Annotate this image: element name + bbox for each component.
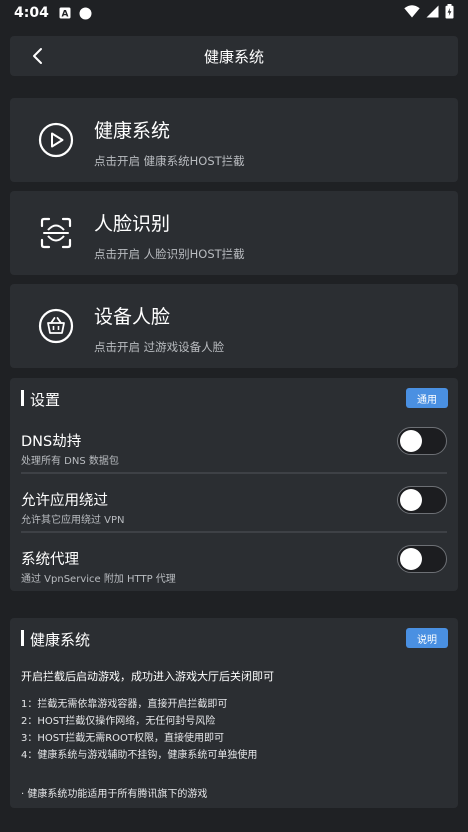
allow-bypass-toggle[interactable] xyxy=(397,486,447,514)
info-intro: 开启拦截后启动游戏，成功进入游戏大厅后关闭即可 xyxy=(21,670,274,683)
back-button[interactable] xyxy=(26,44,50,68)
status-bar: 4:04 A xyxy=(0,0,468,26)
toggle-knob xyxy=(400,430,422,452)
feature-title: 健康系统 xyxy=(94,120,171,142)
wifi-icon xyxy=(404,4,420,22)
general-badge-button[interactable]: 通用 xyxy=(406,388,448,408)
info-point: 2：HOST拦截仅操作网络，无任何封号风险 xyxy=(21,716,216,727)
svg-text:A: A xyxy=(61,10,68,20)
section-title: 设置 xyxy=(30,391,61,409)
setting-title: DNS劫持 xyxy=(21,434,82,450)
feature-title: 设备人脸 xyxy=(94,306,171,328)
feature-card-health-system[interactable]: 健康系统 点击开启 健康系统HOST拦截 xyxy=(10,98,458,182)
setting-allow-bypass: 允许应用绕过 允许其它应用绕过 VPN xyxy=(10,485,458,537)
settings-header: 设置 通用 xyxy=(10,388,458,410)
play-circle-icon xyxy=(34,118,78,162)
toggle-knob xyxy=(400,548,422,570)
setting-title: 系统代理 xyxy=(21,552,79,568)
feature-subtitle: 点击开启 人脸识别HOST拦截 xyxy=(94,247,245,261)
info-point: 4：健康系统与游戏辅助不挂钩，健康系统可单独使用 xyxy=(21,750,258,761)
a-box-icon: A xyxy=(59,7,71,19)
toggle-knob xyxy=(400,489,422,511)
face-scan-icon xyxy=(34,211,78,255)
basket-circle-icon xyxy=(34,304,78,348)
info-header: 健康系统 说明 xyxy=(10,628,458,650)
system-proxy-toggle[interactable] xyxy=(397,545,447,573)
section-accent-bar xyxy=(21,390,24,406)
feature-card-device-face[interactable]: 设备人脸 点击开启 过游戏设备人脸 xyxy=(10,284,458,368)
circle-icon xyxy=(79,7,92,20)
setting-description: 通过 VpnService 附加 HTTP 代理 xyxy=(21,574,176,585)
section-title: 健康系统 xyxy=(30,631,91,649)
dns-hijack-toggle[interactable] xyxy=(397,427,447,455)
info-panel: 健康系统 说明 开启拦截后启动游戏，成功进入游戏大厅后关闭即可 1：拦截无需依靠… xyxy=(10,618,458,808)
feature-title: 人脸识别 xyxy=(94,213,171,235)
info-point: 3：HOST拦截无需ROOT权限，直接使用即可 xyxy=(21,733,225,744)
settings-panel: 设置 通用 DNS劫持 处理所有 DNS 数据包 允许应用绕过 允许其它应用绕过… xyxy=(10,378,458,591)
app-bar: 健康系统 xyxy=(10,36,458,76)
divider xyxy=(21,531,447,533)
status-time: 4:04 xyxy=(14,5,49,21)
info-point: 1：拦截无需依靠游戏容器，直接开启拦截即可 xyxy=(21,699,228,710)
setting-dns-hijack: DNS劫持 处理所有 DNS 数据包 xyxy=(10,426,458,478)
info-note: · 健康系统功能适用于所有腾讯旗下的游戏 xyxy=(21,789,208,800)
chevron-left-icon xyxy=(33,48,42,64)
setting-description: 允许其它应用绕过 VPN xyxy=(21,515,125,526)
battery-icon xyxy=(445,3,454,23)
page-title: 健康系统 xyxy=(203,47,264,66)
feature-subtitle: 点击开启 健康系统HOST拦截 xyxy=(94,154,245,168)
explain-badge-button[interactable]: 说明 xyxy=(406,628,448,648)
setting-title: 允许应用绕过 xyxy=(21,493,108,509)
divider xyxy=(21,472,447,474)
feature-subtitle: 点击开启 过游戏设备人脸 xyxy=(94,340,225,354)
setting-description: 处理所有 DNS 数据包 xyxy=(21,456,119,467)
feature-card-face-recognition[interactable]: 人脸识别 点击开启 人脸识别HOST拦截 xyxy=(10,191,458,275)
signal-icon xyxy=(426,5,439,22)
section-accent-bar xyxy=(21,630,24,646)
setting-system-proxy: 系统代理 通过 VpnService 附加 HTTP 代理 xyxy=(10,544,458,596)
